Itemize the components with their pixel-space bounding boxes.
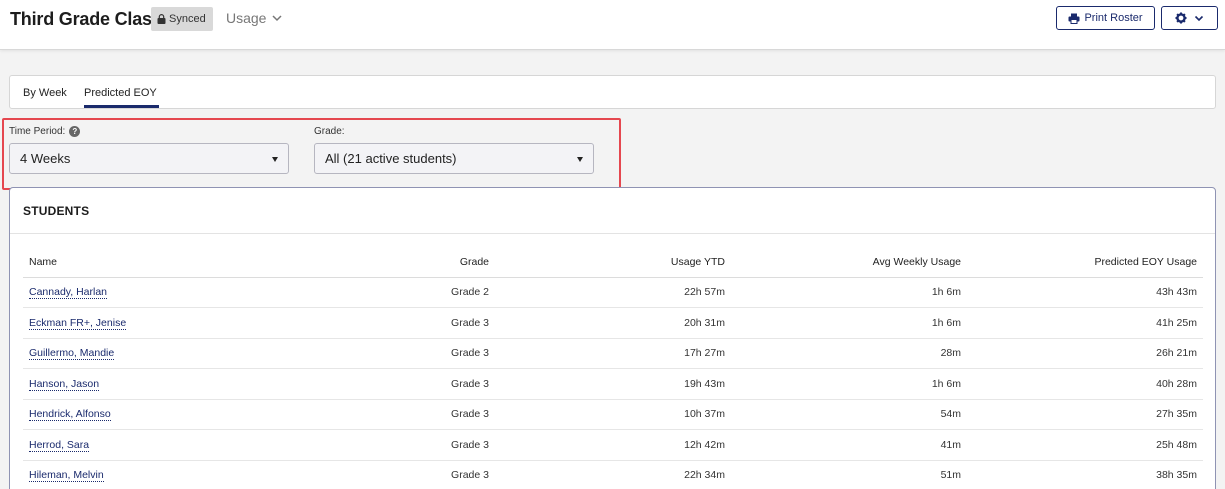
time-period-select[interactable]: 4 Weeks bbox=[9, 143, 289, 174]
table-row: Eckman FR+, Jenise Grade 3 20h 31m 1h 6m… bbox=[23, 307, 1203, 339]
predicted-eoy-usage-cell: 38h 35m bbox=[967, 460, 1203, 489]
grade-cell: Grade 3 bbox=[223, 399, 495, 430]
table-row: Guillermo, Mandie Grade 3 17h 27m 28m 26… bbox=[23, 338, 1203, 369]
student-name-link[interactable]: Hendrick, Alfonso bbox=[29, 408, 111, 422]
caret-down-icon bbox=[577, 157, 583, 162]
table-header-row: Name Grade Usage YTD Avg Weekly Usage Pr… bbox=[23, 247, 1203, 278]
usage-ytd-cell: 19h 43m bbox=[495, 368, 731, 400]
usage-label: Usage bbox=[226, 10, 267, 26]
table-row: Cannady, Harlan Grade 2 22h 57m 1h 6m 43… bbox=[23, 277, 1203, 308]
student-name-cell: Hendrick, Alfonso bbox=[23, 399, 223, 430]
grade-cell: Grade 3 bbox=[223, 429, 495, 461]
grade-value: All (21 active students) bbox=[325, 151, 457, 166]
student-name-link[interactable]: Eckman FR+, Jenise bbox=[29, 316, 127, 330]
usage-ytd-cell: 10h 37m bbox=[495, 399, 731, 430]
active-tab-indicator bbox=[84, 105, 159, 108]
usage-dropdown[interactable]: Usage bbox=[226, 10, 282, 26]
print-roster-label: Print Roster bbox=[1084, 12, 1143, 24]
synced-badge: Synced bbox=[151, 7, 213, 31]
student-name-link[interactable]: Herrod, Sara bbox=[29, 438, 90, 452]
table-row: Hileman, Melvin Grade 3 22h 34m 51m 38h … bbox=[23, 460, 1203, 489]
help-icon[interactable]: ? bbox=[69, 126, 81, 137]
student-name-link[interactable]: Guillermo, Mandie bbox=[29, 347, 115, 361]
caret-down-icon bbox=[272, 157, 278, 162]
predicted-eoy-usage-cell: 41h 25m bbox=[967, 307, 1203, 339]
usage-ytd-cell: 22h 34m bbox=[495, 460, 731, 489]
print-roster-button[interactable]: Print Roster bbox=[1056, 6, 1155, 30]
usage-ytd-cell: 17h 27m bbox=[495, 338, 731, 369]
student-name-link[interactable]: Hanson, Jason bbox=[29, 377, 100, 391]
usage-ytd-cell: 22h 57m bbox=[495, 277, 731, 308]
grade-cell: Grade 3 bbox=[223, 460, 495, 489]
tabs-bar: By Week Predicted EOY bbox=[9, 75, 1216, 109]
avg-weekly-usage-cell: 54m bbox=[731, 399, 967, 430]
avg-weekly-usage-cell: 1h 6m bbox=[731, 277, 967, 308]
avg-weekly-usage-cell: 51m bbox=[731, 460, 967, 489]
student-name-cell: Herrod, Sara bbox=[23, 429, 223, 461]
time-period-value: 4 Weeks bbox=[20, 151, 71, 166]
table-row: Hanson, Jason Grade 3 19h 43m 1h 6m 40h … bbox=[23, 368, 1203, 400]
student-name-link[interactable]: Cannady, Harlan bbox=[29, 286, 108, 300]
grade-cell: Grade 3 bbox=[223, 338, 495, 369]
student-name-cell: Cannady, Harlan bbox=[23, 277, 223, 308]
grade-cell: Grade 3 bbox=[223, 368, 495, 400]
lock-icon bbox=[157, 14, 166, 24]
predicted-eoy-usage-cell: 43h 43m bbox=[967, 277, 1203, 308]
column-header-name[interactable]: Name bbox=[23, 247, 223, 278]
avg-weekly-usage-cell: 41m bbox=[731, 429, 967, 461]
chevron-down-icon bbox=[272, 14, 282, 21]
student-name-cell: Guillermo, Mandie bbox=[23, 338, 223, 369]
table-row: Hendrick, Alfonso Grade 3 10h 37m 54m 27… bbox=[23, 399, 1203, 430]
student-name-cell: Hanson, Jason bbox=[23, 368, 223, 400]
grade-select[interactable]: All (21 active students) bbox=[314, 143, 594, 174]
tab-predicted-eoy[interactable]: Predicted EOY bbox=[84, 87, 157, 99]
avg-weekly-usage-cell: 1h 6m bbox=[731, 368, 967, 400]
time-period-label: Time Period: ? bbox=[9, 126, 81, 137]
students-card: STUDENTS Name Grade Usage YTD Avg Weekly… bbox=[9, 187, 1216, 489]
usage-ytd-cell: 12h 42m bbox=[495, 429, 731, 461]
grade-cell: Grade 3 bbox=[223, 307, 495, 339]
tab-by-week[interactable]: By Week bbox=[23, 87, 67, 99]
avg-weekly-usage-cell: 1h 6m bbox=[731, 307, 967, 339]
time-period-label-text: Time Period: bbox=[9, 126, 66, 137]
usage-ytd-cell: 20h 31m bbox=[495, 307, 731, 339]
gear-icon bbox=[1175, 12, 1187, 24]
printer-icon bbox=[1068, 13, 1080, 24]
column-header-predicted-eoy-usage[interactable]: Predicted EOY Usage bbox=[967, 247, 1203, 278]
column-header-avg-weekly-usage[interactable]: Avg Weekly Usage bbox=[731, 247, 967, 278]
class-title: Third Grade Class bbox=[10, 9, 162, 29]
grade-label: Grade: bbox=[314, 126, 345, 137]
grade-cell: Grade 2 bbox=[223, 277, 495, 308]
table-row: Herrod, Sara Grade 3 12h 42m 41m 25h 48m bbox=[23, 429, 1203, 461]
settings-button[interactable] bbox=[1161, 6, 1218, 30]
avg-weekly-usage-cell: 28m bbox=[731, 338, 967, 369]
column-header-usage-ytd[interactable]: Usage YTD bbox=[495, 247, 731, 278]
student-name-link[interactable]: Hileman, Melvin bbox=[29, 469, 104, 483]
predicted-eoy-usage-cell: 25h 48m bbox=[967, 429, 1203, 461]
divider bbox=[10, 233, 1215, 234]
grade-label-text: Grade: bbox=[314, 126, 345, 137]
student-name-cell: Hileman, Melvin bbox=[23, 460, 223, 489]
top-bar: Third Grade Class Synced Usage Print Ros… bbox=[0, 0, 1225, 50]
predicted-eoy-usage-cell: 40h 28m bbox=[967, 368, 1203, 400]
student-name-cell: Eckman FR+, Jenise bbox=[23, 307, 223, 339]
column-header-grade[interactable]: Grade bbox=[223, 247, 495, 278]
predicted-eoy-usage-cell: 27h 35m bbox=[967, 399, 1203, 430]
students-title: STUDENTS bbox=[23, 204, 90, 218]
students-table: Name Grade Usage YTD Avg Weekly Usage Pr… bbox=[23, 247, 1203, 489]
chevron-down-icon bbox=[1194, 15, 1204, 21]
predicted-eoy-usage-cell: 26h 21m bbox=[967, 338, 1203, 369]
synced-label: Synced bbox=[169, 13, 206, 25]
